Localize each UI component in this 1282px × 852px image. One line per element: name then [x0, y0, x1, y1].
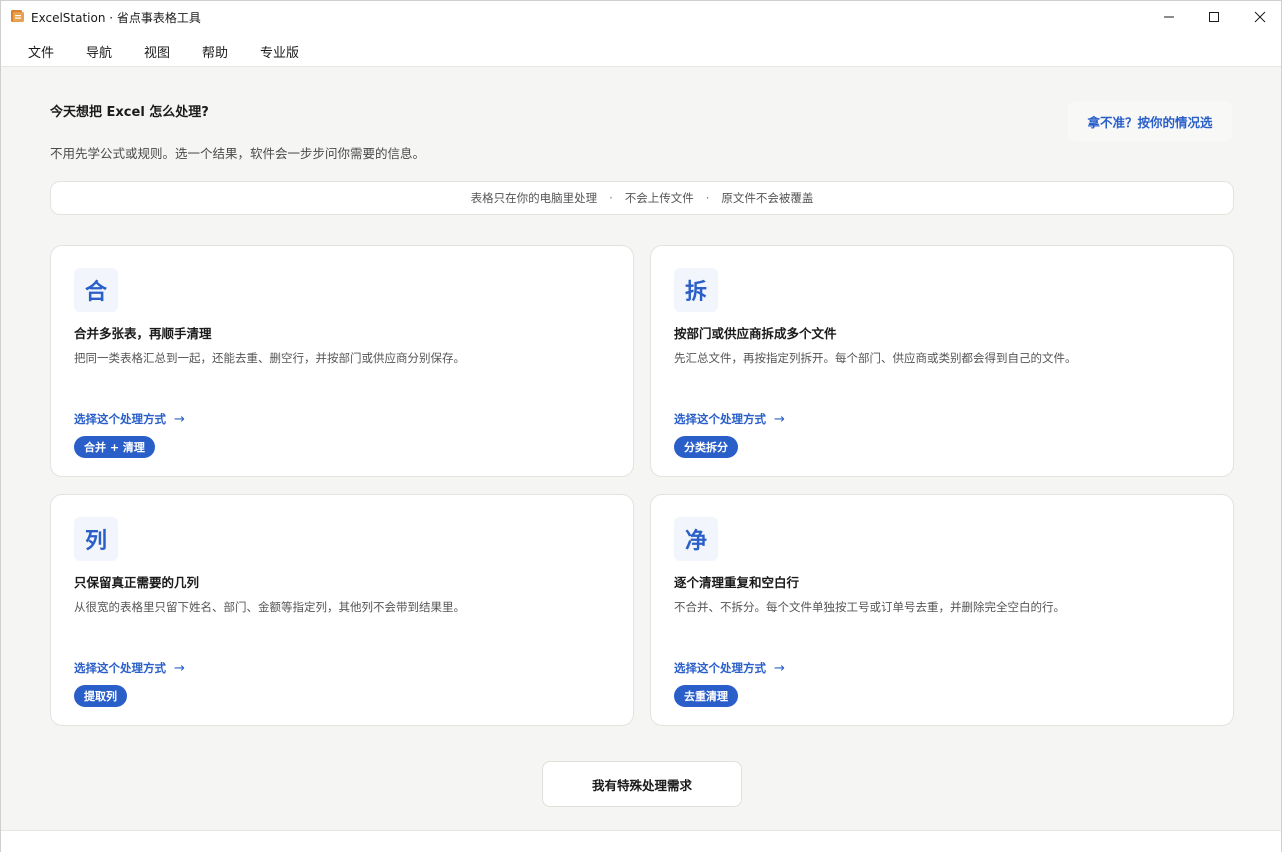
card-tag: 合并 + 清理	[74, 436, 155, 458]
status-strip	[1, 830, 1281, 852]
option-card-columns[interactable]: 列 只保留真正需要的几列 从很宽的表格里只留下姓名、部门、金额等指定列，其他列不…	[50, 494, 634, 726]
card-tag: 提取列	[74, 685, 127, 707]
select-option-link[interactable]: 选择这个处理方式 →	[674, 411, 785, 427]
minimize-button[interactable]	[1146, 1, 1192, 33]
select-option-label: 选择这个处理方式	[674, 661, 766, 675]
option-card-merge[interactable]: 合 合并多张表，再顺手清理 把同一类表格汇总到一起，还能去重、删空行，并按部门或…	[50, 245, 634, 477]
privacy-separator: ·	[705, 191, 710, 205]
arrow-right-icon: →	[774, 661, 785, 676]
card-description: 从很宽的表格里只留下姓名、部门、金额等指定列，其他列不会带到结果里。	[74, 600, 465, 614]
minimize-icon	[1164, 16, 1174, 18]
select-option-label: 选择这个处理方式	[674, 412, 766, 426]
app-logo-icon	[11, 10, 24, 22]
option-card-dedupe[interactable]: 净 逐个清理重复和空白行 不合并、不拆分。每个文件单独按工号或订单号去重，并删除…	[650, 494, 1234, 726]
option-card-split[interactable]: 拆 按部门或供应商拆成多个文件 先汇总文件，再按指定列拆开。每个部门、供应商或类…	[650, 245, 1234, 477]
clean-icon: 净	[674, 517, 718, 561]
special-request-button[interactable]: 我有特殊处理需求	[542, 761, 742, 807]
card-description: 先汇总文件，再按指定列拆开。每个部门、供应商或类别都会得到自己的文件。	[674, 351, 1077, 365]
page-subtext: 不用先学公式或规则。选一个结果，软件会一步步问你需要的信息。	[50, 146, 426, 161]
menu-navigate[interactable]: 导航	[86, 42, 112, 61]
window-title: ExcelStation · 省点事表格工具	[31, 11, 201, 25]
privacy-notice: 表格只在你的电脑里处理 · 不会上传文件 · 原文件不会被覆盖	[50, 181, 1234, 215]
select-option-label: 选择这个处理方式	[74, 412, 166, 426]
merge-icon: 合	[74, 268, 118, 312]
select-option-link[interactable]: 选择这个处理方式 →	[74, 411, 185, 427]
privacy-item-local: 表格只在你的电脑里处理	[470, 191, 598, 205]
app-window: ExcelStation · 省点事表格工具 文件 导航 视图 帮助 专业版 今…	[0, 0, 1282, 852]
columns-icon: 列	[74, 517, 118, 561]
menu-file[interactable]: 文件	[28, 42, 54, 61]
card-description: 把同一类表格汇总到一起，还能去重、删空行，并按部门或供应商分别保存。	[74, 351, 465, 365]
card-title: 按部门或供应商拆成多个文件	[674, 326, 837, 341]
menu-pro[interactable]: 专业版	[260, 42, 299, 61]
card-title: 只保留真正需要的几列	[74, 575, 200, 590]
select-option-link[interactable]: 选择这个处理方式 →	[674, 660, 785, 676]
page-heading: 今天想把 Excel 怎么处理?	[50, 105, 209, 120]
menu-help[interactable]: 帮助	[202, 42, 228, 61]
card-tag: 去重清理	[674, 685, 738, 707]
menu-bar: 文件 导航 视图 帮助 专业版	[1, 33, 1281, 67]
arrow-right-icon: →	[174, 661, 185, 676]
arrow-right-icon: →	[174, 412, 185, 427]
card-title: 逐个清理重复和空白行	[674, 575, 800, 590]
card-title: 合并多张表，再顺手清理	[74, 326, 212, 341]
arrow-right-icon: →	[774, 412, 785, 427]
close-icon	[1254, 11, 1266, 23]
card-tag: 分类拆分	[674, 436, 738, 458]
select-option-label: 选择这个处理方式	[74, 661, 166, 675]
select-option-link[interactable]: 选择这个处理方式 →	[74, 660, 185, 676]
privacy-item-no-overwrite: 原文件不会被覆盖	[721, 191, 814, 205]
split-icon: 拆	[674, 268, 718, 312]
guide-me-button[interactable]: 拿不准？按你的情况选	[1068, 101, 1232, 141]
card-description: 不合并、不拆分。每个文件单独按工号或订单号去重，并删除完全空白的行。	[674, 600, 1065, 614]
close-button[interactable]	[1237, 1, 1282, 33]
maximize-icon	[1209, 12, 1219, 22]
title-bar: ExcelStation · 省点事表格工具	[1, 1, 1281, 33]
privacy-item-no-upload: 不会上传文件	[624, 191, 694, 205]
privacy-separator: ·	[609, 191, 613, 205]
maximize-button[interactable]	[1191, 1, 1237, 33]
menu-view[interactable]: 视图	[144, 42, 170, 61]
